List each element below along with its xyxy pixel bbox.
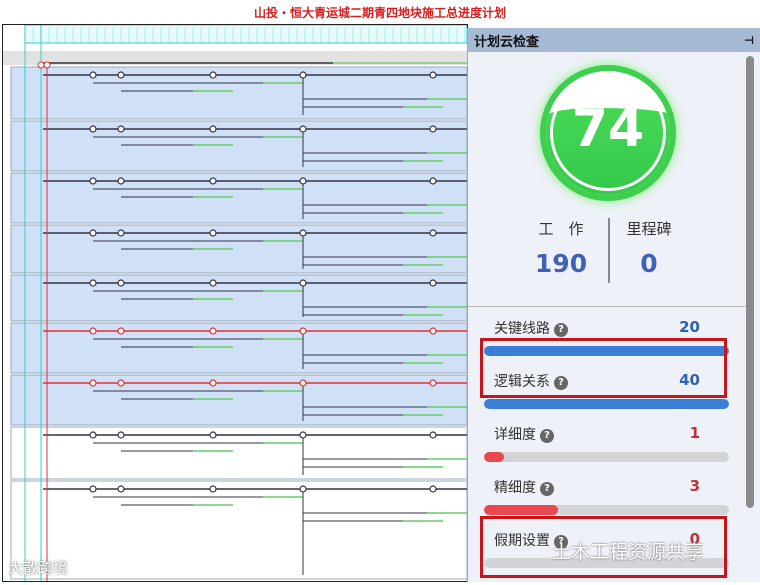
panel-header: 计划云检查 ⊣ — [468, 28, 760, 52]
event-node — [89, 177, 97, 185]
event-node — [117, 379, 125, 387]
event-node — [299, 125, 307, 133]
work-value: 190 — [534, 249, 588, 278]
swimlane — [10, 480, 468, 580]
metric-value: 3 — [689, 477, 700, 495]
event-node — [209, 431, 217, 439]
event-node — [209, 327, 217, 335]
event-node — [209, 229, 217, 237]
event-node — [117, 229, 125, 237]
divider — [468, 306, 748, 307]
metric-value: 1 — [689, 424, 700, 442]
event-node — [89, 379, 97, 387]
pin-icon[interactable]: ⊣ — [744, 34, 754, 47]
event-node — [299, 485, 307, 493]
metric-row: 关键线路? 20 — [494, 318, 724, 338]
swimlane — [10, 274, 468, 322]
event-node — [429, 229, 437, 237]
event-node — [299, 379, 307, 387]
event-node — [429, 327, 437, 335]
highlight-box — [480, 338, 727, 398]
event-node — [43, 61, 51, 69]
event-node — [117, 125, 125, 133]
event-node — [89, 279, 97, 287]
watermark-left: 大散跨境 — [8, 559, 69, 577]
event-node — [117, 71, 125, 79]
event-node — [117, 177, 125, 185]
event-node — [299, 71, 307, 79]
network-diagram[interactable] — [2, 24, 468, 582]
metric-label: 详细度 — [494, 427, 536, 443]
metric-progress-bar — [484, 399, 729, 409]
event-node — [117, 431, 125, 439]
swimlane — [10, 224, 468, 274]
event-node — [209, 71, 217, 79]
metric-progress-bar — [484, 505, 729, 515]
event-node — [299, 229, 307, 237]
event-node — [89, 327, 97, 335]
metric-progress-fill — [484, 505, 558, 515]
milestone-value: 0 — [640, 249, 658, 278]
watermark-right: 土木工程资源共享 — [552, 541, 705, 563]
work-stat: 工 作 190 — [516, 218, 606, 278]
metric-progress-bar — [484, 452, 729, 462]
event-node — [299, 327, 307, 335]
milestone-stat: 里程碑 0 — [604, 218, 694, 278]
event-node — [209, 125, 217, 133]
page-title: 山投・恒大青运城二期青四地块施工总进度计划 — [253, 6, 506, 20]
score-gauge: 74 — [540, 65, 676, 201]
panel-title: 计划云检查 — [474, 34, 540, 50]
metric-row: 精细度? 3 — [494, 477, 724, 497]
event-node — [299, 431, 307, 439]
event-node — [209, 485, 217, 493]
timescale — [24, 24, 468, 44]
score-value: 74 — [571, 99, 645, 159]
event-node — [89, 229, 97, 237]
event-node — [117, 327, 125, 335]
event-node — [429, 431, 437, 439]
help-icon[interactable]: ? — [540, 482, 554, 496]
scrollbar[interactable] — [746, 56, 754, 508]
network-diagram-canvas — [3, 24, 468, 581]
metric-progress-fill — [484, 399, 729, 409]
plan-check-panel: 计划云检查 ⊣ 74 工 作 190 里程碑 0 关键线路? 20 逻辑关系? … — [467, 28, 760, 582]
metric-progress-fill — [484, 452, 504, 462]
event-node — [299, 177, 307, 185]
metric-label: 关键线路 — [494, 321, 550, 337]
event-node — [89, 485, 97, 493]
event-node — [429, 125, 437, 133]
event-node — [89, 125, 97, 133]
metric-value: 20 — [679, 318, 700, 336]
event-node — [429, 71, 437, 79]
help-icon[interactable]: ? — [540, 429, 554, 443]
event-node — [37, 61, 45, 69]
event-node — [117, 279, 125, 287]
event-node — [117, 485, 125, 493]
event-node — [209, 177, 217, 185]
event-node — [429, 379, 437, 387]
help-icon[interactable]: ? — [554, 323, 568, 337]
work-label: 工 作 — [538, 220, 584, 238]
event-node — [209, 279, 217, 287]
metric-label: 精细度 — [494, 480, 536, 496]
event-node — [209, 379, 217, 387]
event-node — [299, 279, 307, 287]
milestone-label: 里程碑 — [626, 220, 672, 238]
metric-row: 详细度? 1 — [494, 424, 724, 444]
event-node — [429, 177, 437, 185]
event-node — [89, 431, 97, 439]
event-node — [89, 71, 97, 79]
event-node — [429, 279, 437, 287]
event-node — [429, 485, 437, 493]
